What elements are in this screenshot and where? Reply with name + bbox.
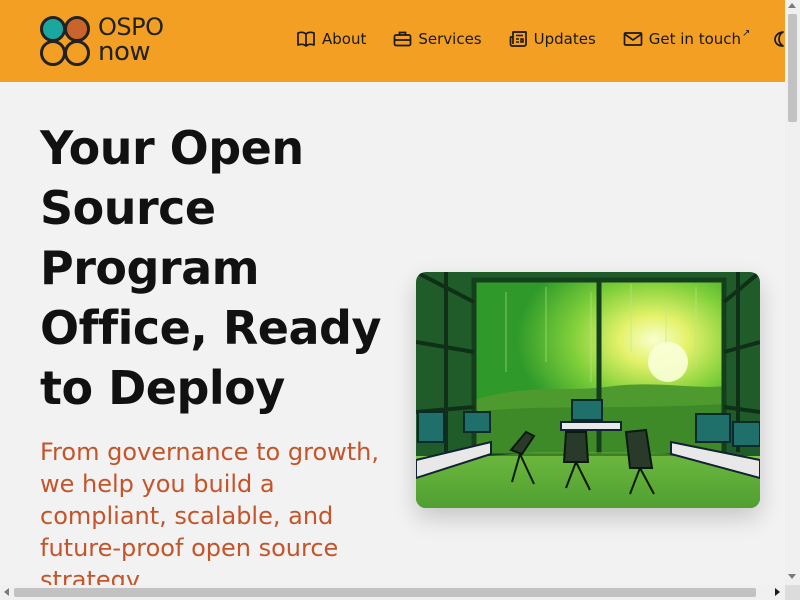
vertical-scrollbar[interactable] (785, 0, 800, 585)
nav-label-services: Services (418, 30, 482, 48)
nav-item-services[interactable]: Services (393, 30, 482, 48)
site-logo[interactable]: OSPO now (40, 15, 180, 69)
mail-icon (623, 32, 643, 46)
nav-item-about[interactable]: About (296, 30, 366, 48)
hero-subtitle: From governance to growth, we help you b… (40, 438, 379, 594)
nav-label-get-in-touch: Get in touch (648, 30, 742, 48)
site-header: OSPO now About Services Updates Get in t… (0, 0, 785, 82)
logo-wordmark: OSPO now (98, 15, 164, 65)
nav-label-about: About (322, 30, 367, 48)
book-open-icon (297, 31, 315, 47)
scroll-down-arrow-icon[interactable] (788, 574, 796, 579)
scroll-up-arrow-icon[interactable] (788, 3, 796, 8)
horizontal-scrollbar[interactable] (0, 585, 785, 600)
nav-label-updates: Updates (533, 30, 596, 48)
hero-title: Your Open Source Program Office, Ready t… (40, 121, 381, 415)
main-nav: About Services Updates Get in touch ↗ (296, 27, 786, 48)
external-link-icon: ↗ (742, 27, 751, 39)
horizontal-scroll-thumb[interactable] (14, 588, 756, 597)
logo-line2: now (98, 37, 151, 67)
scroll-right-arrow-icon[interactable] (775, 588, 780, 596)
logo-mark-icon (40, 16, 90, 66)
nav-item-get-in-touch[interactable]: Get in touch ↗ (623, 27, 751, 48)
hero-illustration (416, 272, 760, 508)
office-window-illustration (416, 272, 760, 508)
vertical-scroll-thumb[interactable] (788, 14, 797, 122)
scrollbar-corner (785, 585, 800, 600)
logo-line1: OSPO (98, 13, 164, 41)
briefcase-icon (394, 31, 412, 47)
scroll-left-arrow-icon[interactable] (4, 588, 9, 596)
newspaper-icon (509, 31, 527, 47)
nav-item-updates[interactable]: Updates (509, 30, 596, 48)
